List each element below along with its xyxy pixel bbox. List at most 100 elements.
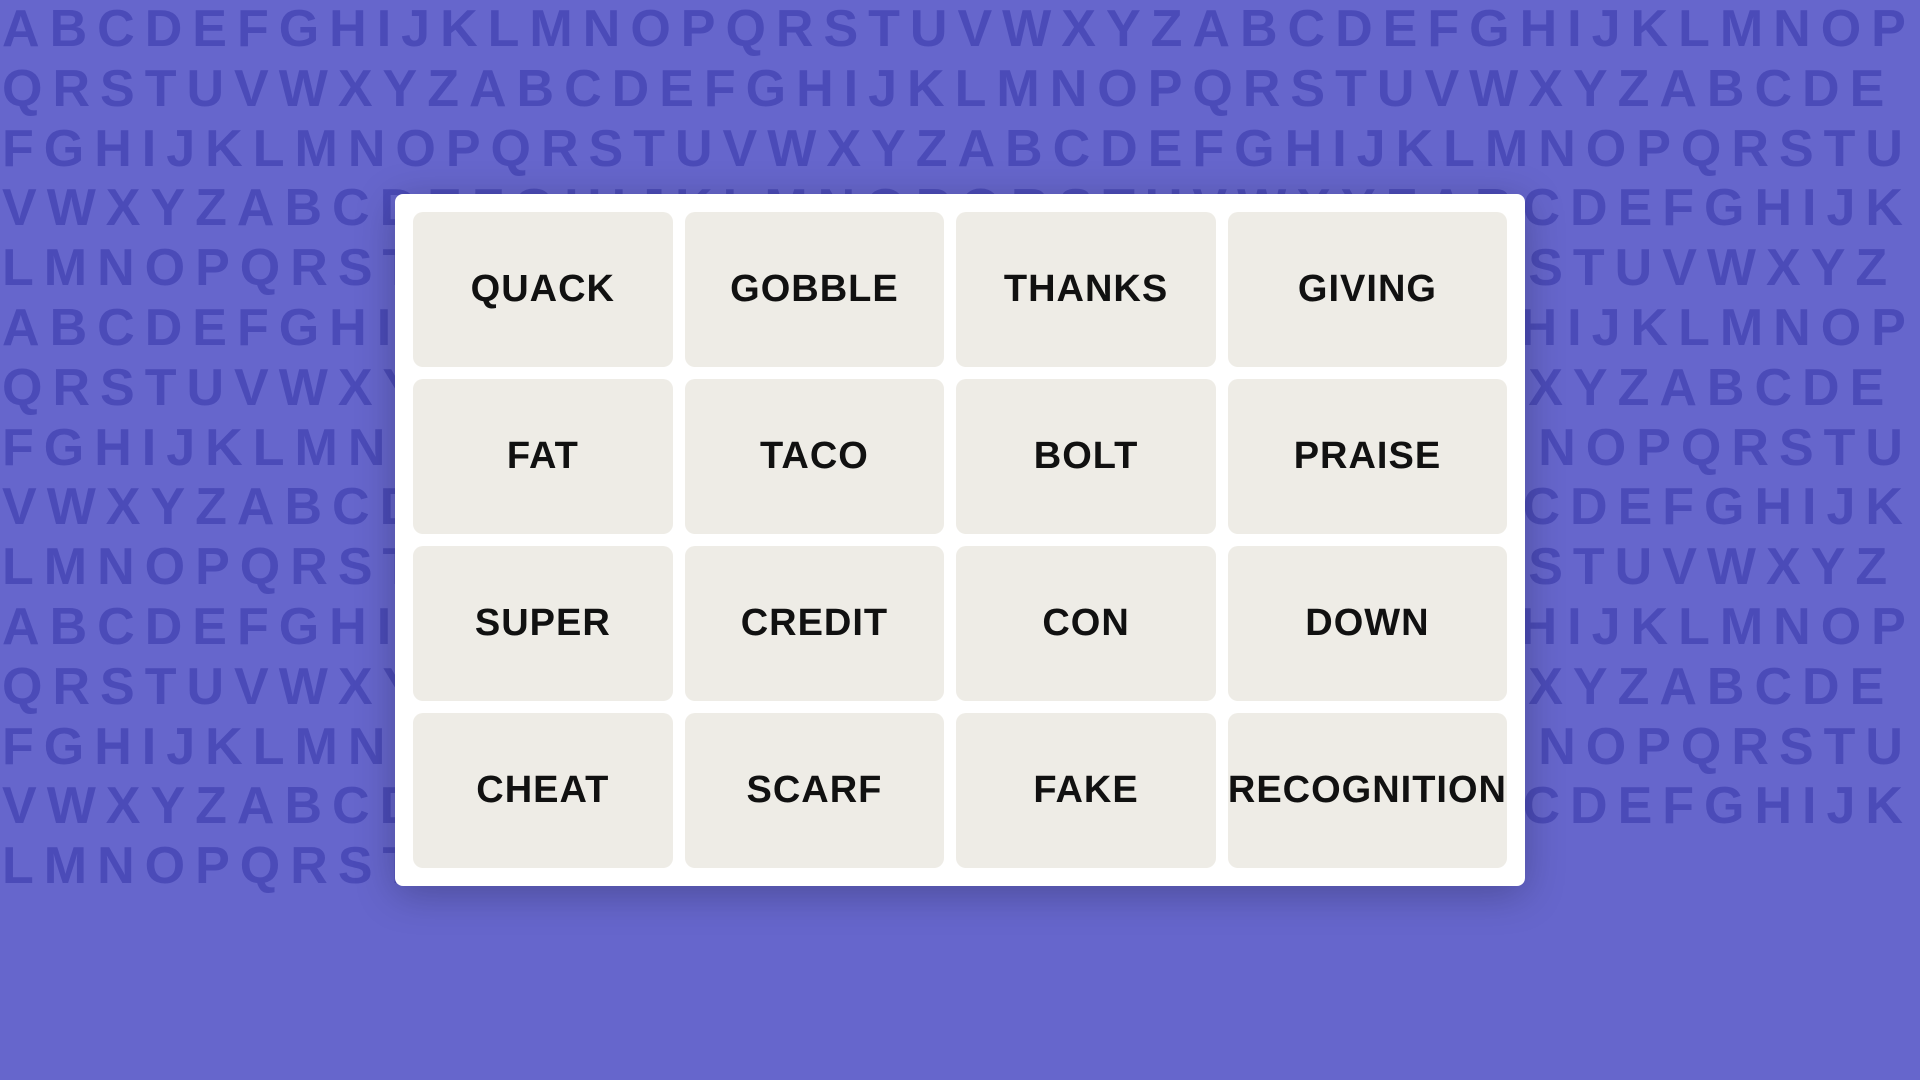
bg-letter: E <box>1848 60 1893 120</box>
bg-letter: Q <box>1679 419 1729 479</box>
word-card-con[interactable]: CON <box>956 546 1216 701</box>
bg-letter: P <box>1634 419 1679 479</box>
bg-letter: M <box>292 718 345 778</box>
word-card-praise[interactable]: PRAISE <box>1228 379 1507 534</box>
bg-letter: R <box>288 538 336 598</box>
bg-letter: K <box>1394 120 1442 180</box>
bg-letter: X <box>1526 60 1571 120</box>
bg-letter: A <box>0 598 48 658</box>
bg-letter: Q <box>1679 718 1729 778</box>
word-label-fake: FAKE <box>1033 769 1138 812</box>
bg-letter: D <box>1568 777 1616 837</box>
bg-letter: Q <box>0 60 50 120</box>
bg-letter: K <box>1863 179 1911 239</box>
bg-letter: P <box>1634 718 1679 778</box>
bg-letter: V <box>232 658 277 718</box>
word-card-fake[interactable]: FAKE <box>956 713 1216 868</box>
bg-letter: X <box>1526 359 1571 419</box>
bg-letter: Y <box>148 179 193 239</box>
bg-letter: K <box>1629 0 1677 60</box>
bg-letter: Q <box>238 538 288 598</box>
bg-letter: C <box>95 0 143 60</box>
bg-letter: E <box>657 60 702 120</box>
bg-letter: S <box>336 837 381 897</box>
bg-letter: D <box>1800 60 1848 120</box>
bg-letter: I <box>1800 478 1824 538</box>
word-card-down[interactable]: DOWN <box>1228 546 1507 701</box>
word-card-super[interactable]: SUPER <box>413 546 673 701</box>
bg-letter: G <box>42 718 92 778</box>
bg-letter: B <box>1238 0 1286 60</box>
bg-letter: R <box>50 658 98 718</box>
bg-letter: U <box>908 0 956 60</box>
word-card-cheat[interactable]: CHEAT <box>413 713 673 868</box>
bg-letter: V <box>955 0 1000 60</box>
word-card-fat[interactable]: FAT <box>413 379 673 534</box>
bg-letter: K <box>203 120 251 180</box>
bg-letter: B <box>1705 658 1753 718</box>
bg-letter: H <box>1518 0 1566 60</box>
bg-letter: F <box>1660 179 1702 239</box>
bg-letter: O <box>1584 120 1634 180</box>
bg-letter: C <box>330 777 378 837</box>
bg-letter: Z <box>914 120 956 180</box>
bg-letter: I <box>1565 0 1589 60</box>
word-label-cheat: CHEAT <box>476 769 609 812</box>
word-card-scarf[interactable]: SCARF <box>685 713 945 868</box>
bg-letter: J <box>164 419 203 479</box>
bg-letter: K <box>905 60 953 120</box>
bg-letter: F <box>235 598 277 658</box>
bg-letter: J <box>1825 777 1864 837</box>
word-label-super: SUPER <box>475 602 611 645</box>
bg-letter: A <box>467 60 515 120</box>
bg-letter: U <box>1863 120 1911 180</box>
bg-letter: R <box>1241 60 1289 120</box>
bg-letter: V <box>0 179 45 239</box>
bg-letter: R <box>539 120 587 180</box>
bg-letter: V <box>0 777 45 837</box>
bg-letter: A <box>235 777 283 837</box>
word-card-gobble[interactable]: GOBBLE <box>685 212 945 367</box>
word-card-thanks[interactable]: THANKS <box>956 212 1216 367</box>
bg-letter: B <box>1705 60 1753 120</box>
bg-letter: B <box>48 0 96 60</box>
bg-letter: B <box>282 179 330 239</box>
bg-letter: O <box>143 239 193 299</box>
bg-letter: U <box>1613 538 1661 598</box>
bg-letter: H <box>92 718 140 778</box>
bg-letter: R <box>50 60 98 120</box>
word-card-credit[interactable]: CREDIT <box>685 546 945 701</box>
word-card-recognition[interactable]: RECOGNITION <box>1228 713 1507 868</box>
word-label-con: CON <box>1042 602 1129 645</box>
bg-letter: J <box>1825 179 1864 239</box>
bg-letter: H <box>1752 478 1800 538</box>
bg-letter: T <box>1333 60 1375 120</box>
bg-letter: L <box>1676 299 1718 359</box>
bg-letter: T <box>631 120 673 180</box>
bg-letter: C <box>1752 658 1800 718</box>
bg-letter: O <box>1584 718 1634 778</box>
bg-letter: M <box>1718 299 1771 359</box>
bg-letter: I <box>1800 777 1824 837</box>
bg-letter: J <box>1590 598 1629 658</box>
bg-letter: P <box>193 538 238 598</box>
bg-letter: I <box>140 419 164 479</box>
bg-letter: E <box>1848 359 1893 419</box>
bg-letter: R <box>774 0 822 60</box>
bg-letter: Y <box>148 777 193 837</box>
word-label-quack: QUACK <box>471 268 615 311</box>
bg-letter: F <box>1190 120 1232 180</box>
word-card-quack[interactable]: QUACK <box>413 212 673 367</box>
bg-letter: R <box>288 239 336 299</box>
bg-letter: X <box>1764 538 1809 598</box>
bg-letter: U <box>1863 718 1911 778</box>
word-card-bolt[interactable]: BOLT <box>956 379 1216 534</box>
bg-letter: Q <box>238 837 288 897</box>
word-card-taco[interactable]: TACO <box>685 379 945 534</box>
bg-letter: S <box>1777 718 1822 778</box>
bg-letter: B <box>48 299 96 359</box>
bg-letter: H <box>1283 120 1331 180</box>
word-card-giving[interactable]: GIVING <box>1228 212 1507 367</box>
bg-letter: Z <box>193 777 235 837</box>
bg-letter: S <box>98 60 143 120</box>
